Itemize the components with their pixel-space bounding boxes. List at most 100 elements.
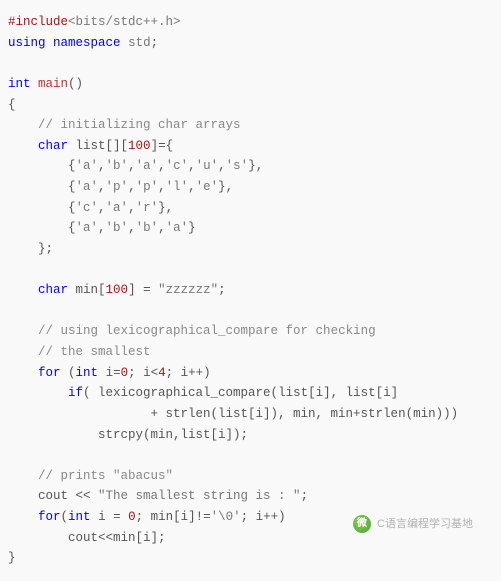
code-token: ] = xyxy=(128,283,158,297)
code-token: 'a' xyxy=(106,201,129,215)
watermark-text: C语言编程学习基地 xyxy=(377,515,473,533)
code-token: min[ xyxy=(68,283,106,297)
code-token: }, xyxy=(158,201,173,215)
code-token: for xyxy=(38,510,61,524)
code-line: if( lexicographical_compare(list[i], lis… xyxy=(8,386,398,400)
code-token: { xyxy=(8,180,76,194)
code-token: ; i++) xyxy=(166,366,211,380)
code-token xyxy=(46,36,54,50)
code-token: main xyxy=(38,77,68,91)
code-token: ( lexicographical_compare(list[i], list[… xyxy=(83,386,398,400)
code-token: 'b' xyxy=(106,221,129,235)
code-token: , xyxy=(158,159,166,173)
code-token xyxy=(8,283,38,297)
code-token: "The smallest string is : " xyxy=(98,489,301,503)
code-line: using namespace std; xyxy=(8,36,158,50)
code-token: , xyxy=(98,159,106,173)
code-line: + strlen(list[i]), min, min+strlen(min))… xyxy=(8,407,458,421)
code-token: , xyxy=(128,201,136,215)
code-line: { xyxy=(8,98,16,112)
code-token: }, xyxy=(248,159,263,173)
code-token: } xyxy=(8,551,16,565)
wechat-watermark: 微 C语言编程学习基地 xyxy=(353,515,473,533)
code-token xyxy=(8,510,38,524)
code-token: { xyxy=(8,159,76,173)
code-token xyxy=(8,118,38,132)
code-token: 'b' xyxy=(106,159,129,173)
code-line: // initializing char arrays xyxy=(8,118,241,132)
code-token: ; xyxy=(218,283,226,297)
code-token xyxy=(8,366,38,380)
code-token: ( xyxy=(61,510,69,524)
code-line: // the smallest xyxy=(8,345,151,359)
code-token: // prints "abacus" xyxy=(38,469,173,483)
code-token: i= xyxy=(98,366,121,380)
code-token: }; xyxy=(8,242,53,256)
code-line: strcpy(min,list[i]); xyxy=(8,428,248,442)
code-line: cout<<min[i]; xyxy=(8,531,166,545)
code-token: #include xyxy=(8,15,68,29)
code-token: 100 xyxy=(128,139,151,153)
code-token: , xyxy=(128,159,136,173)
code-line: }; xyxy=(8,242,53,256)
wechat-logo-icon: 微 xyxy=(353,515,371,533)
code-token: 'c' xyxy=(76,201,99,215)
code-token: using xyxy=(8,36,46,50)
code-line: char list[][100]={ xyxy=(8,139,173,153)
code-token xyxy=(8,345,38,359)
code-token: 'c' xyxy=(166,159,189,173)
code-token: { xyxy=(8,98,16,112)
code-token: 'a' xyxy=(76,180,99,194)
code-token: 4 xyxy=(158,366,166,380)
code-token: int xyxy=(76,366,99,380)
code-token: ; xyxy=(301,489,309,503)
code-token: , xyxy=(98,180,106,194)
code-token: , xyxy=(128,221,136,235)
code-token: 'e' xyxy=(196,180,219,194)
code-line: for (int i=0; i<4; i++) xyxy=(8,366,211,380)
code-token: ( xyxy=(61,366,76,380)
code-line: {'a','p','p','l','e'}, xyxy=(8,180,233,194)
code-token: 'u' xyxy=(196,159,219,173)
code-token: list[][ xyxy=(68,139,128,153)
code-line: // prints "abacus" xyxy=(8,469,173,483)
code-token xyxy=(8,386,68,400)
code-token: } xyxy=(188,221,196,235)
code-token: 'a' xyxy=(136,159,159,173)
code-line: {'c','a','r'}, xyxy=(8,201,173,215)
code-token: <bits/stdc++.h> xyxy=(68,15,181,29)
code-token: int xyxy=(8,77,31,91)
code-token: { xyxy=(8,221,76,235)
code-block: #include<bits/stdc++.h> using namespace … xyxy=(8,12,493,569)
code-line: int main() xyxy=(8,77,83,91)
code-token: , xyxy=(218,159,226,173)
code-token: 'a' xyxy=(166,221,189,235)
code-token: namespace xyxy=(53,36,121,50)
code-token: 'a' xyxy=(76,221,99,235)
code-line: for(int i = 0; min[i]!='\0'; i++) xyxy=(8,510,286,524)
code-token: () xyxy=(68,77,83,91)
code-token: , xyxy=(128,180,136,194)
code-token: { xyxy=(8,201,76,215)
code-token: '\0' xyxy=(211,510,241,524)
code-token: 0 xyxy=(128,510,136,524)
code-token xyxy=(8,139,38,153)
code-token: char xyxy=(38,283,68,297)
code-token: "zzzzzz" xyxy=(158,283,218,297)
code-token: 'b' xyxy=(136,221,159,235)
code-token xyxy=(8,324,38,338)
code-line: char min[100] = "zzzzzz"; xyxy=(8,283,226,297)
code-token: 'p' xyxy=(106,180,129,194)
code-token: int xyxy=(68,510,91,524)
code-token: char xyxy=(38,139,68,153)
code-token: 'l' xyxy=(166,180,189,194)
code-line: cout << "The smallest string is : "; xyxy=(8,489,308,503)
code-token: strcpy(min,list[i]); xyxy=(8,428,248,442)
code-token xyxy=(121,36,129,50)
code-token: ; min[i]!= xyxy=(136,510,211,524)
code-token: , xyxy=(188,159,196,173)
code-token: ; i< xyxy=(128,366,158,380)
code-token: }, xyxy=(218,180,233,194)
code-line: // using lexicographical_compare for che… xyxy=(8,324,376,338)
code-token: // the smallest xyxy=(38,345,151,359)
